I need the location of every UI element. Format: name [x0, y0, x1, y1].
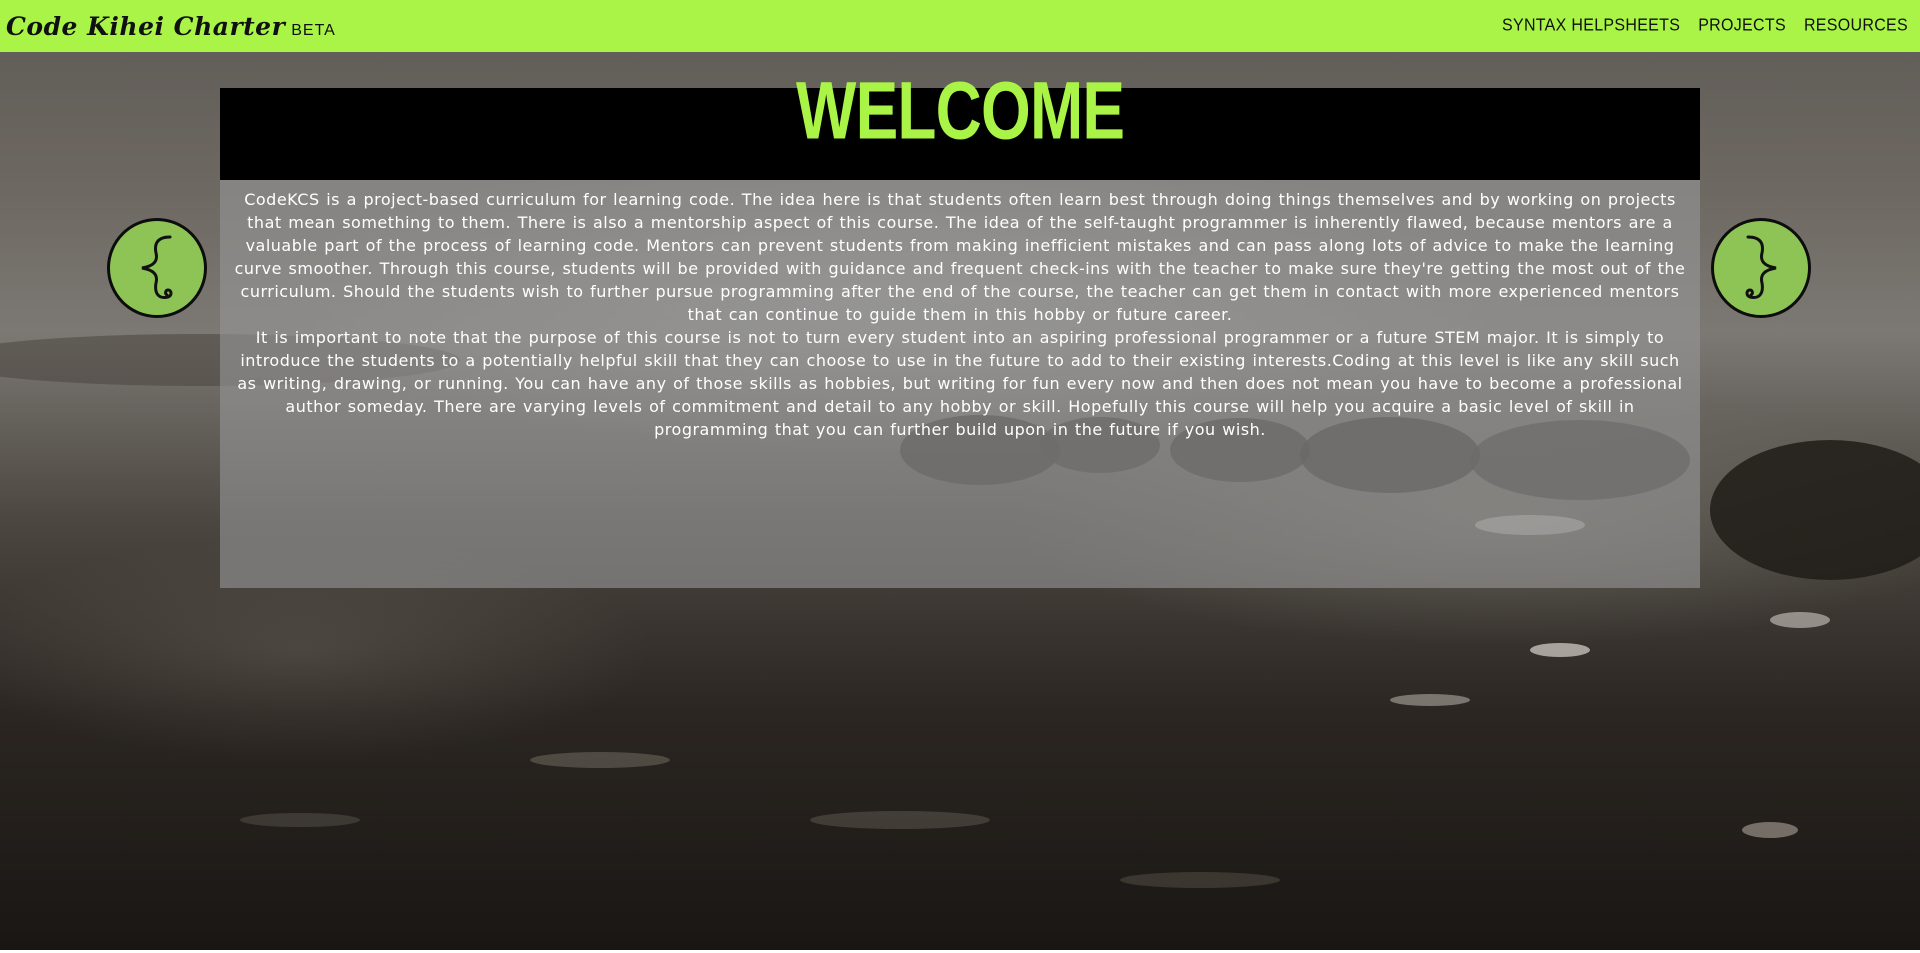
- right-curly-brace-icon: [1745, 235, 1777, 299]
- next-slide-button[interactable]: [1711, 218, 1811, 318]
- welcome-content: CodeKCS is a project-based curriculum fo…: [220, 180, 1700, 588]
- left-curly-brace-icon: [141, 235, 173, 299]
- previous-slide-button[interactable]: [107, 218, 207, 318]
- brand-name[interactable]: Code Kihei Charter: [6, 12, 285, 41]
- top-navigation-bar: Code Kihei Charter BETA SYNTAX HELPSHEET…: [0, 0, 1920, 52]
- page-title: WELCOME: [795, 63, 1125, 157]
- nav-link-projects[interactable]: PROJECTS: [1698, 16, 1786, 36]
- beta-badge: BETA: [291, 21, 336, 39]
- welcome-header: WELCOME: [220, 69, 1700, 180]
- intro-paragraph: CodeKCS is a project-based curriculum fo…: [234, 190, 1686, 324]
- welcome-panel: WELCOME CodeKCS is a project-based curri…: [220, 69, 1700, 588]
- purpose-paragraph: It is important to note that the purpose…: [237, 328, 1683, 439]
- main-nav: SYNTAX HELPSHEETS PROJECTS RESOURCES: [1502, 16, 1908, 36]
- nav-link-syntax-helpsheets[interactable]: SYNTAX HELPSHEETS: [1502, 16, 1680, 36]
- brand[interactable]: Code Kihei Charter BETA: [6, 12, 336, 41]
- nav-link-resources[interactable]: RESOURCES: [1804, 16, 1908, 36]
